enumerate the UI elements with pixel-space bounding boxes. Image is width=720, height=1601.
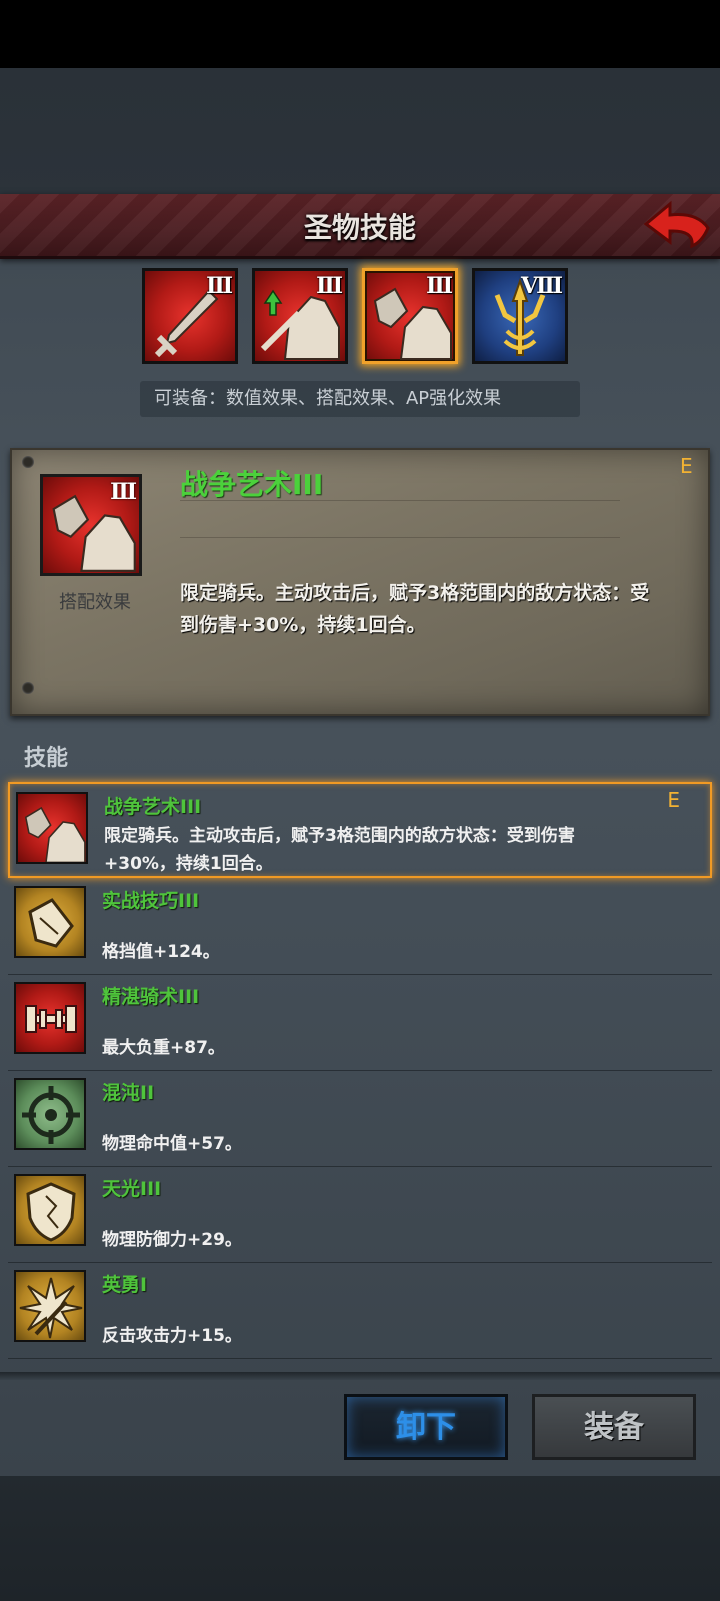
skill-icon [14,886,86,958]
divider [180,500,620,501]
detail-skill-icon: III [40,474,142,576]
skill-name: 实战技巧III [102,890,200,912]
skill-desc: 最大负重+87。 [102,1038,225,1058]
detail-type-label: 搭配效果 [59,592,131,613]
rivet [22,456,34,468]
skill-desc: 格挡值+124。 [102,942,220,962]
skill-icon [14,1174,86,1246]
equip-hint: 可装备：数值效果、搭配效果、AP强化效果 [140,381,580,417]
equip-button[interactable]: 装备 [532,1394,696,1460]
skill-name: 战争艺术III [104,796,202,818]
burst-icon [19,1277,83,1339]
skill-item-chaos[interactable]: 混沌II 物理命中值+57。 [8,1070,712,1167]
gauntlet-horse-icon [24,806,86,862]
skill-item-war-art[interactable]: 战争艺术III E 限定骑兵。主动攻击后，赋予3格范围内的敌方状态：受到伤害+3… [8,782,712,878]
skill-name: 精湛骑术III [102,986,200,1008]
skill-name: 英勇I [102,1274,148,1296]
tab-level: III [316,273,343,299]
back-arrow-icon [643,200,710,249]
unequip-button[interactable]: 卸下 [344,1394,508,1460]
rivet [22,682,34,694]
skill-name: 天光III [102,1178,162,1200]
dumbbell-icon [25,1005,77,1033]
skill-desc: 物理防御力+29。 [102,1230,242,1250]
divider [180,537,620,538]
back-button[interactable] [642,198,712,250]
skill-icon [14,1078,86,1150]
relic-tabs: III III III VIII [142,268,582,372]
detail-grade: E [680,454,693,478]
tab-relic-2[interactable]: III [252,268,348,364]
tab-relic-4[interactable]: VIII [472,268,568,364]
footer-divider [0,1372,720,1380]
gauntlet-icon [28,898,74,948]
skill-name: 混沌II [102,1082,155,1104]
tab-level: III [426,273,453,299]
skill-icon [14,1270,86,1342]
tab-relic-3[interactable]: III [362,268,458,364]
skill-desc: 限定骑兵。主动攻击后，赋予3格范围内的敌方状态：受到伤害+30%，持续1回合。 [104,826,575,874]
skill-desc: 物理命中值+57。 [102,1134,242,1154]
detail-description: 限定骑兵。主动攻击后，赋予3格范围内的敌方状态：受到伤害+30%，持续1回合。 [180,582,650,636]
crosshair-icon [22,1086,80,1144]
skill-grade: E [667,788,680,812]
tab-relic-1[interactable]: III [142,268,238,364]
skill-icon [14,982,86,1054]
detail-skill-name: 战争艺术III [180,468,324,501]
page-title: 圣物技能 [303,211,416,244]
skill-item-horsemanship[interactable]: 精湛骑术III 最大负重+87。 [8,974,712,1071]
skill-desc: 反击攻击力+15。 [102,1326,242,1346]
tab-level: III [206,273,233,299]
detail-level: III [110,479,137,505]
shield-icon [26,1182,76,1242]
tab-level: VIII [521,273,563,299]
status-bar [0,0,720,68]
skill-item-skylight[interactable]: 天光III 物理防御力+29。 [8,1166,712,1263]
skill-item-bravery[interactable]: 英勇I 反击攻击力+15。 [8,1262,712,1359]
skill-item-combat-technique[interactable]: 实战技巧III 格挡值+124。 [8,878,712,975]
skills-section-title: 技能 [24,746,69,771]
skill-icon [16,792,88,864]
